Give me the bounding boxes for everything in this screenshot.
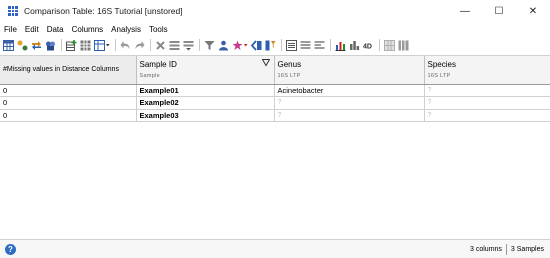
arrows-icon[interactable]: [31, 40, 42, 51]
status-divider: [505, 244, 507, 255]
sample-id-cell[interactable]: Example03: [136, 109, 275, 122]
columns-icon[interactable]: [251, 39, 262, 51]
genus-cell[interactable]: ?: [274, 96, 425, 110]
species-header[interactable]: Species 16S LTP: [424, 56, 550, 85]
sample-id-header[interactable]: Sample ID Sample: [136, 56, 275, 85]
toolbar: 4D: [0, 37, 550, 53]
help-icon[interactable]: ?: [5, 243, 16, 255]
app-grid-icon: [8, 6, 18, 16]
species-cell[interactable]: ?: [424, 96, 550, 110]
comparison-table: #Missing values in Distance Columns Samp…: [0, 55, 550, 237]
lock-group-icon[interactable]: [45, 40, 56, 51]
list-alt-icon[interactable]: [314, 40, 325, 51]
missing-values-header-label: #Missing values in Distance Columns: [3, 66, 119, 74]
genus-cell[interactable]: ?: [274, 109, 425, 122]
status-bar: ? 3 columns 3 Samples: [0, 239, 550, 258]
species-cell[interactable]: ?: [424, 109, 550, 122]
person-icon[interactable]: [218, 40, 229, 51]
maximize-button[interactable]: ☐: [482, 0, 516, 22]
delete-icon[interactable]: [155, 40, 166, 51]
block-icon[interactable]: [398, 40, 409, 51]
sample-id-cell[interactable]: Example02: [136, 96, 275, 110]
menu-tools[interactable]: Tools: [149, 25, 168, 34]
missing-values-cell[interactable]: 0: [0, 96, 137, 110]
table-row[interactable]: 0 Example03 ? ?: [0, 109, 550, 122]
genus-header-title: Genus: [277, 60, 302, 69]
genus-cell[interactable]: Acinetobacter: [274, 84, 425, 97]
grid-icon[interactable]: [80, 40, 91, 51]
minimize-button[interactable]: —: [448, 0, 482, 22]
window-title: Comparison Table: 16S Tutorial [unstored…: [24, 6, 183, 16]
menu-bar: File Edit Data Columns Analysis Tools: [0, 22, 550, 36]
column-filter-icon[interactable]: [265, 40, 276, 51]
genus-header-subtitle: 16S LTP: [277, 73, 301, 79]
menu-data[interactable]: Data: [47, 25, 64, 34]
column-filter-dropdown-icon[interactable]: [261, 59, 270, 69]
menu-analysis[interactable]: Analysis: [111, 25, 141, 34]
grid-add-icon[interactable]: [66, 39, 77, 51]
sample-id-cell[interactable]: Example01: [136, 84, 275, 97]
bar-chart-icon[interactable]: [335, 40, 346, 51]
list-icon[interactable]: [286, 39, 297, 51]
close-button[interactable]: ✕: [516, 0, 550, 22]
redo-icon[interactable]: [134, 40, 145, 51]
menu-columns[interactable]: Columns: [72, 25, 104, 34]
menu-edit[interactable]: Edit: [25, 25, 39, 34]
table-icon[interactable]: [3, 39, 14, 51]
sample-id-header-title: Sample ID: [139, 60, 177, 69]
species-header-title: Species: [427, 60, 456, 69]
undo-icon[interactable]: [120, 40, 131, 51]
histogram-icon[interactable]: [349, 40, 360, 51]
menu-file[interactable]: File: [4, 25, 17, 34]
merge-icon[interactable]: [17, 40, 28, 51]
sample-id-header-subtitle: Sample: [139, 73, 160, 79]
species-header-subtitle: 16S LTP: [427, 73, 451, 79]
samples-count: 3 Samples: [510, 246, 544, 253]
star-color-icon[interactable]: [232, 40, 248, 51]
missing-values-cell[interactable]: 0: [0, 84, 137, 97]
grid-disabled-icon[interactable]: [384, 39, 395, 51]
missing-values-header[interactable]: #Missing values in Distance Columns: [0, 56, 137, 85]
rows-icon[interactable]: [169, 40, 180, 51]
missing-values-cell[interactable]: 0: [0, 109, 137, 122]
three-d-icon[interactable]: 4D: [363, 40, 374, 51]
genus-header[interactable]: Genus 16S LTP: [274, 56, 425, 85]
funnel-icon[interactable]: [204, 40, 215, 51]
species-cell[interactable]: ?: [424, 84, 550, 97]
table-row[interactable]: 0 Example02 ? ?: [0, 96, 550, 110]
title-bar: Comparison Table: 16S Tutorial [unstored…: [0, 0, 550, 22]
grid-dropdown-icon[interactable]: [94, 39, 110, 51]
filter-rows-icon[interactable]: [183, 40, 194, 51]
columns-count: 3 columns: [470, 246, 502, 253]
list-lines-icon[interactable]: [300, 40, 311, 51]
table-row[interactable]: 0 Example01 Acinetobacter ?: [0, 84, 550, 97]
svg-text:4D: 4D: [363, 43, 372, 50]
